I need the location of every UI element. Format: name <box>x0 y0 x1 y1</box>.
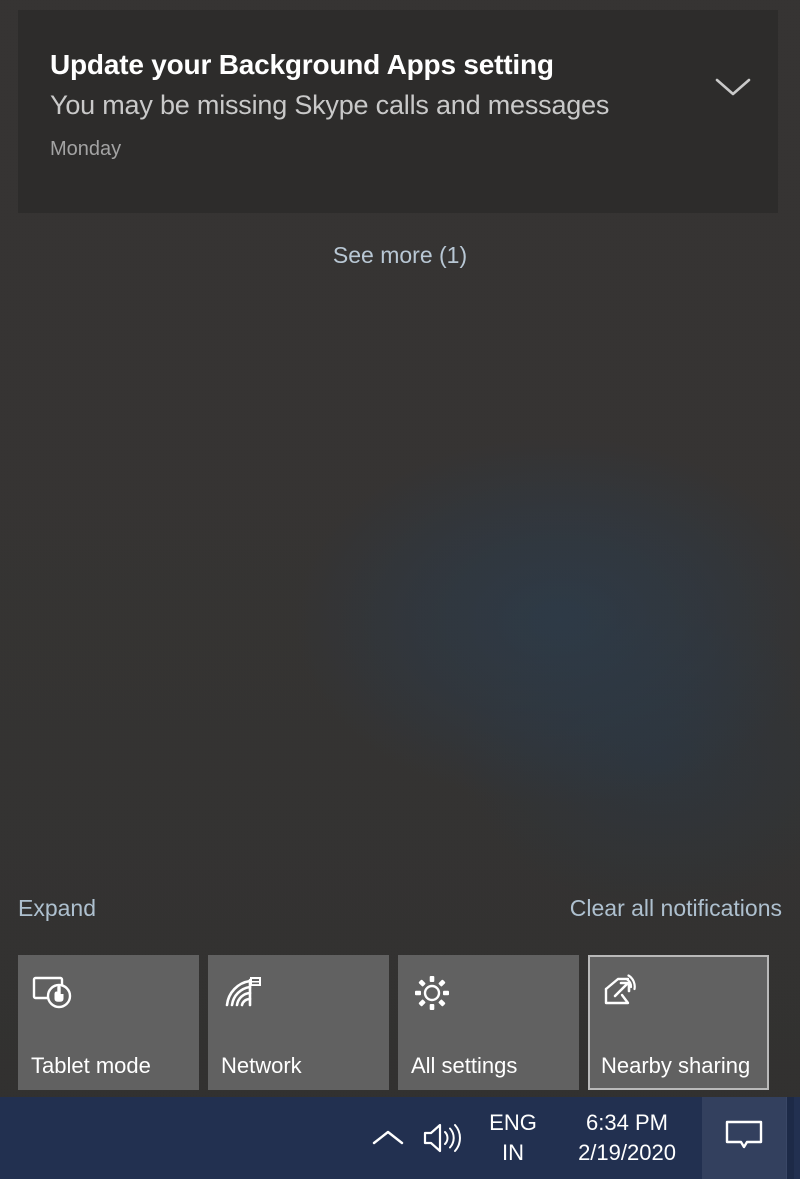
quick-action-label: Nearby sharing <box>601 1053 751 1078</box>
nearby-sharing-icon <box>602 971 650 1015</box>
action-center-button[interactable] <box>702 1097 786 1179</box>
quick-action-label: Tablet mode <box>31 1053 151 1078</box>
system-tray: ENG IN 6:34 PM 2/19/2020 <box>364 1097 800 1179</box>
language-line-1: ENG <box>489 1110 537 1135</box>
gear-icon <box>412 971 460 1015</box>
action-center-links-row: Expand Clear all notifications <box>0 888 800 928</box>
notification-content: Update your Background Apps setting You … <box>50 48 718 161</box>
speaker-icon[interactable] <box>412 1097 474 1179</box>
taskbar: ENG IN 6:34 PM 2/19/2020 <box>0 1097 800 1179</box>
quick-action-tablet-mode[interactable]: Tablet mode <box>18 955 199 1090</box>
quick-action-all-settings[interactable]: All settings <box>398 955 579 1090</box>
language-line-2: IN <box>502 1140 524 1165</box>
see-more-row: See more (1) <box>0 240 800 270</box>
expand-link[interactable]: Expand <box>18 892 96 924</box>
notification-timestamp: Monday <box>50 138 122 160</box>
notification-message: You may be missing Skype calls and messa… <box>50 90 610 120</box>
quick-action-nearby-sharing[interactable]: Nearby sharing <box>588 955 769 1090</box>
quick-action-network[interactable]: Network <box>208 955 389 1090</box>
action-center-panel: Update your Background Apps setting You … <box>0 0 800 1097</box>
notification-title: Update your Background Apps setting <box>50 49 554 80</box>
quick-actions-grid: Tablet mode Network All settings Nearby … <box>18 955 782 1090</box>
chevron-down-icon[interactable] <box>710 70 756 104</box>
tablet-mode-icon <box>32 971 80 1015</box>
chevron-up-icon[interactable] <box>364 1097 412 1179</box>
see-more-link[interactable]: See more (1) <box>333 240 467 270</box>
clock-date: 2/19/2020 <box>578 1140 676 1165</box>
screen: Update your Background Apps setting You … <box>0 0 800 1179</box>
language-indicator[interactable]: ENG IN <box>474 1097 552 1179</box>
network-wifi-icon <box>222 971 270 1015</box>
speech-bubble-icon <box>723 1118 765 1159</box>
clock[interactable]: 6:34 PM 2/19/2020 <box>552 1097 702 1179</box>
notification-card[interactable]: Update your Background Apps setting You … <box>18 10 778 213</box>
quick-action-label: All settings <box>411 1053 518 1078</box>
taskbar-empty-area <box>0 1097 364 1179</box>
show-desktop-button[interactable] <box>786 1097 794 1179</box>
quick-action-label: Network <box>221 1053 302 1078</box>
clear-all-notifications-link[interactable]: Clear all notifications <box>570 892 782 924</box>
clock-time: 6:34 PM <box>586 1110 668 1135</box>
